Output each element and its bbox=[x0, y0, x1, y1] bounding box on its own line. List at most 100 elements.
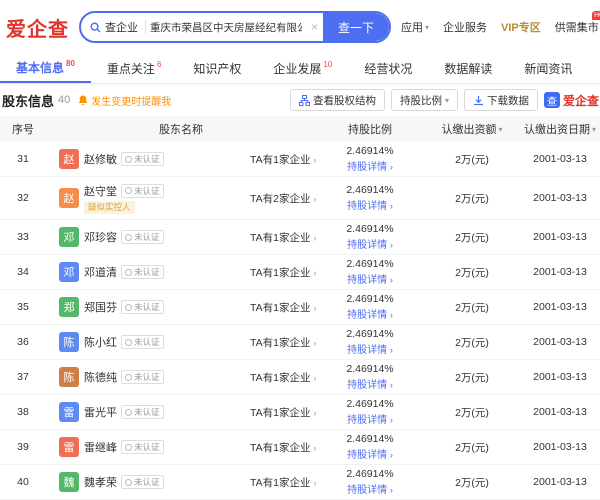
search-category-dropdown[interactable]: 查企业 bbox=[81, 19, 145, 35]
search-input[interactable] bbox=[146, 21, 306, 33]
holding-detail-link[interactable]: 持股详情 › bbox=[347, 481, 393, 496]
holding-detail-label: 持股详情 bbox=[347, 275, 387, 286]
shareholder-name-link[interactable]: 雷光平 bbox=[84, 404, 117, 420]
header-shareholder-name: 股东名称 bbox=[46, 121, 316, 137]
shareholder-avatar: 邓 bbox=[59, 262, 79, 282]
related-companies-label: TA有1家企业 bbox=[250, 477, 310, 489]
tab[interactable]: 经营状况 bbox=[348, 54, 428, 83]
tab[interactable]: 数据解读 bbox=[428, 54, 508, 83]
holding-detail-link[interactable]: 持股详情 › bbox=[347, 236, 393, 251]
uncertified-badge: 未认证 bbox=[121, 184, 164, 198]
holding-ratio-value: 2.46914% bbox=[346, 258, 393, 270]
shareholder-name-link[interactable]: 赵守堂 bbox=[84, 183, 117, 199]
holding-detail-link[interactable]: 持股详情 › bbox=[347, 271, 393, 286]
download-data-label: 下载数据 bbox=[487, 93, 529, 108]
sort-caret-icon[interactable]: ▾ bbox=[498, 125, 502, 134]
nav-supply-market[interactable]: 供需集市 HOT bbox=[555, 19, 599, 35]
related-companies-link[interactable]: TA有1家企业 › bbox=[206, 265, 316, 280]
search-button[interactable]: 查一下 bbox=[323, 13, 389, 41]
sort-caret-icon[interactable]: ▾ bbox=[592, 125, 596, 134]
holding-detail-link[interactable]: 持股详情 › bbox=[347, 197, 393, 212]
shareholder-name-link[interactable]: 赵修敏 bbox=[84, 151, 117, 167]
shareholder-cell: 郑 郑国芬 未认证 bbox=[46, 297, 206, 317]
holding-ratio-cell: 2.46914% 持股详情 › bbox=[316, 145, 424, 173]
holding-ratio-value: 2.46914% bbox=[346, 468, 393, 480]
subscribed-amount: 2万(元) bbox=[424, 191, 520, 206]
nav-enterprise-services[interactable]: 企业服务 bbox=[443, 19, 487, 35]
shareholder-name-link[interactable]: 郑国芬 bbox=[84, 299, 117, 315]
holding-detail-link[interactable]: 持股详情 › bbox=[347, 446, 393, 461]
bell-icon bbox=[78, 95, 88, 106]
subscribed-date: 2001-03-13 bbox=[520, 266, 600, 278]
holding-detail-link[interactable]: 持股详情 › bbox=[347, 306, 393, 321]
related-companies-link[interactable]: TA有1家企业 › bbox=[206, 152, 316, 167]
uncertified-label: 未认证 bbox=[134, 406, 160, 418]
nav-services-label: 企业服务 bbox=[443, 19, 487, 35]
shareholder-name-link[interactable]: 邓道清 bbox=[84, 264, 117, 280]
uncertified-label: 未认证 bbox=[134, 441, 160, 453]
cert-dot-icon bbox=[125, 304, 132, 311]
holding-ratio-filter[interactable]: 持股比例 ▾ bbox=[391, 89, 458, 111]
shareholder-cell: 魏 魏孝荣 未认证 bbox=[46, 472, 206, 492]
site-logo[interactable]: 爱企查 bbox=[6, 13, 69, 42]
subscribed-date: 2001-03-13 bbox=[520, 336, 600, 348]
shareholder-name-link[interactable]: 邓珍容 bbox=[84, 229, 117, 245]
clear-search-icon[interactable]: × bbox=[306, 20, 323, 34]
header-subscribed-date-label: 认缴出资日期 bbox=[524, 121, 590, 137]
related-companies-label: TA有1家企业 bbox=[250, 372, 310, 384]
tab[interactable]: 基本信息 80 bbox=[0, 54, 91, 83]
related-companies-link[interactable]: TA有2家企业 › bbox=[206, 191, 316, 206]
cert-dot-icon bbox=[125, 269, 132, 276]
related-companies-link[interactable]: TA有1家企业 › bbox=[206, 440, 316, 455]
chevron-right-icon: › bbox=[390, 415, 393, 425]
uncertified-badge: 未认证 bbox=[121, 152, 164, 166]
tab-count: 6 bbox=[157, 60, 161, 69]
holding-detail-link[interactable]: 持股详情 › bbox=[347, 341, 393, 356]
tab-label: 知识产权 bbox=[193, 60, 241, 77]
tab-label: 新闻资讯 bbox=[524, 60, 572, 77]
cert-dot-icon bbox=[125, 444, 132, 451]
tab[interactable]: 新闻资讯 bbox=[508, 54, 588, 83]
holding-detail-link[interactable]: 持股详情 › bbox=[347, 158, 393, 173]
related-companies-label: TA有1家企业 bbox=[250, 407, 310, 419]
tab[interactable]: 重点关注 6 bbox=[91, 54, 177, 83]
tab[interactable]: 企业发展 10 bbox=[257, 54, 348, 83]
related-companies-link[interactable]: TA有1家企业 › bbox=[206, 230, 316, 245]
holding-ratio-cell: 2.46914% 持股详情 › bbox=[316, 363, 424, 391]
change-reminder-button[interactable]: 发生变更时提醒我 bbox=[78, 93, 171, 108]
tab[interactable]: 知识产权 bbox=[177, 54, 257, 83]
name-block: 邓珍容 未认证 bbox=[84, 229, 164, 245]
cert-dot-icon bbox=[125, 339, 132, 346]
uncertified-label: 未认证 bbox=[134, 266, 160, 278]
cert-dot-icon bbox=[125, 374, 132, 381]
shareholder-avatar: 郑 bbox=[59, 297, 79, 317]
download-icon bbox=[473, 95, 484, 106]
subscribed-amount: 2万(元) bbox=[424, 475, 520, 490]
search-box: 查企业 × 查一下 bbox=[79, 11, 391, 43]
subscribed-date: 2001-03-13 bbox=[520, 231, 600, 243]
nav-vip-zone[interactable]: VIP专区 bbox=[501, 19, 541, 35]
chevron-down-icon: ▾ bbox=[425, 23, 429, 32]
holding-detail-link[interactable]: 持股详情 › bbox=[347, 411, 393, 426]
tab-bar: 基本信息 80 重点关注 6 知识产权 企业发展 10 经营状况 数据解读 新闻… bbox=[0, 54, 600, 84]
aiqicha-float-widget[interactable]: 查 爱企查 bbox=[544, 92, 599, 109]
holding-detail-label: 持股详情 bbox=[347, 240, 387, 251]
nav-app[interactable]: 应用 ▾ bbox=[401, 19, 429, 35]
header-subscribed-date[interactable]: 认缴出资日期 ▾ bbox=[520, 121, 600, 137]
shareholder-name-link[interactable]: 陈小红 bbox=[84, 334, 117, 350]
related-companies-link[interactable]: TA有1家企业 › bbox=[206, 335, 316, 350]
shareholder-name-link[interactable]: 陈德纯 bbox=[84, 369, 117, 385]
related-companies-link[interactable]: TA有1家企业 › bbox=[206, 405, 316, 420]
view-equity-structure-button[interactable]: 查看股权结构 bbox=[290, 89, 385, 111]
related-companies-link[interactable]: TA有1家企业 › bbox=[206, 300, 316, 315]
related-companies-link[interactable]: TA有1家企业 › bbox=[206, 475, 316, 490]
holding-detail-link[interactable]: 持股详情 › bbox=[347, 376, 393, 391]
header-subscribed-amount[interactable]: 认缴出资额 ▾ bbox=[424, 121, 520, 137]
holding-ratio-value: 2.46914% bbox=[346, 145, 393, 157]
section-actions: 查看股权结构 持股比例 ▾ 下载数据 查 爱企查 bbox=[290, 89, 596, 111]
download-data-button[interactable]: 下载数据 bbox=[464, 89, 538, 111]
shareholder-name-link[interactable]: 雷继峰 bbox=[84, 439, 117, 455]
shareholder-name-link[interactable]: 魏孝荣 bbox=[84, 474, 117, 490]
related-companies-link[interactable]: TA有1家企业 › bbox=[206, 370, 316, 385]
table-row: 38 雷 雷光平 未认证 TA有1家企业 › 2.46914% 持股详情 › 2… bbox=[0, 395, 600, 430]
